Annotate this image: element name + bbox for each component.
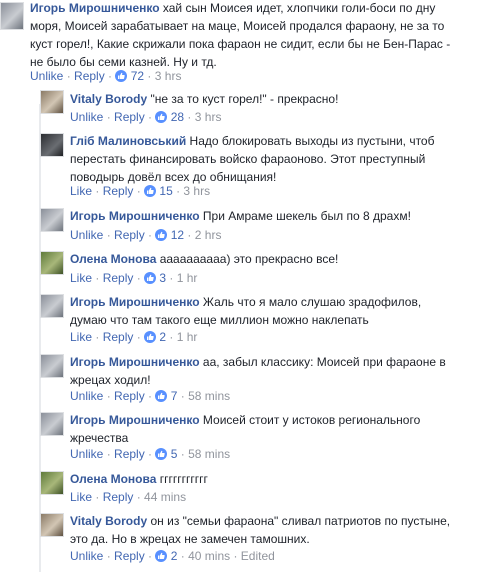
timestamp[interactable]: 44 mins [144,490,186,504]
like-link[interactable]: Like [70,330,92,344]
timestamp[interactable]: 58 mins [188,389,230,403]
comment-author[interactable]: Игорь Мирошниченко [70,209,200,223]
reply-link[interactable]: Reply [114,549,145,563]
unlike-link[interactable]: Unlike [70,228,103,242]
reply-link[interactable]: Reply [114,228,145,242]
unlike-link[interactable]: Unlike [70,549,103,563]
avatar[interactable] [40,251,64,275]
unlike-link[interactable]: Unlike [70,447,103,461]
like-icon[interactable] [144,272,157,284]
reply-link[interactable]: Reply [103,271,134,285]
comment-author[interactable]: Игорь Мирошниченко [70,413,200,427]
comment-author[interactable]: Гліб Малиновський [70,134,186,148]
like-icon[interactable] [144,331,157,343]
comment-actions: Like · Reply · 44 mins [70,490,187,504]
avatar[interactable] [40,471,64,495]
reply-text: Игорь Мирошниченко Моисей стоит у истоко… [70,413,421,445]
comment-actions: Unlike · Reply · 12 · 2 hrs [70,228,222,242]
timestamp[interactable]: 3 hrs [195,110,222,124]
reply-text: Олена Монова аааааааааа) это прекрасно в… [70,252,339,266]
like-link[interactable]: Like [70,184,92,198]
like-count[interactable]: 7 [171,389,178,403]
like-icon[interactable] [155,111,168,123]
like-icon[interactable] [155,229,168,241]
comment-author[interactable]: Vitaly Borody [70,514,147,528]
reply-text: Игорь Мирошниченко При Амраме шекель был… [70,209,411,223]
comment-actions: Unlike · Reply · 28 · 3 hrs [70,110,222,124]
timestamp[interactable]: 2 hrs [195,228,222,242]
reply-text: Игорь Мирошниченко аа, забыл классику: М… [70,355,446,387]
avatar[interactable] [40,294,64,318]
like-count[interactable]: 2 [159,330,166,344]
reply-link[interactable]: Reply [74,69,105,83]
timestamp[interactable]: 40 mins [188,549,230,563]
timestamp[interactable]: 58 mins [188,447,230,461]
timestamp[interactable]: 1 hr [177,271,198,285]
like-count[interactable]: 5 [171,447,178,461]
like-count[interactable]: 12 [171,228,184,242]
comment-actions: Like · Reply · 3 · 1 hr [70,271,198,285]
like-count[interactable]: 15 [159,184,172,198]
like-count[interactable]: 72 [131,69,144,83]
like-icon[interactable] [144,185,157,197]
comment-author[interactable]: Игорь Мирошниченко [70,295,200,309]
comment-author[interactable]: Игорь Мирошниченко [30,1,160,15]
like-link[interactable]: Like [70,271,92,285]
unlike-link[interactable]: Unlike [30,69,63,83]
comment-author[interactable]: Игорь Мирошниченко [70,355,200,369]
reply-link[interactable]: Reply [103,490,134,504]
main-comment-text: Игорь Мирошниченко хай сын Моисея идет, … [30,1,451,69]
comment-actions: Unlike · Reply · 7 · 58 mins [70,389,231,403]
like-count[interactable]: 2 [171,549,178,563]
like-icon[interactable] [155,550,168,562]
avatar[interactable] [40,412,64,436]
comment-author[interactable]: Олена Монова [70,472,156,486]
reply-text: Игорь Мирошниченко Жаль что я мало слуша… [70,295,422,327]
like-icon[interactable] [115,70,128,82]
timestamp[interactable]: 3 hrs [155,69,182,83]
reply-link[interactable]: Reply [103,330,134,344]
comment-author[interactable]: Vitaly Borody [70,92,147,106]
avatar[interactable] [40,208,64,232]
reply-link[interactable]: Reply [114,447,145,461]
reply-text: Олена Монова ггггггггггг [70,472,208,486]
like-icon[interactable] [155,448,168,460]
reply-link[interactable]: Reply [114,389,145,403]
unlike-link[interactable]: Unlike [70,110,103,124]
avatar[interactable] [40,513,64,537]
avatar[interactable] [40,354,64,378]
like-icon[interactable] [155,390,168,402]
avatar[interactable] [40,133,64,157]
comment-actions: Like · Reply · 15 · 3 hrs [70,184,211,198]
reply-text: Vitaly Borody "не за то куст горел!" - п… [70,92,339,106]
avatar[interactable] [0,2,24,30]
avatar[interactable] [40,90,64,114]
like-count[interactable]: 3 [159,271,166,285]
edited-label[interactable]: Edited [241,549,275,563]
comment-actions: Unlike · Reply · 72 · 3 hrs [30,69,182,83]
comment-actions: Like · Reply · 2 · 1 hr [70,330,198,344]
reply-link[interactable]: Reply [103,184,134,198]
reply-link[interactable]: Reply [114,110,145,124]
unlike-link[interactable]: Unlike [70,389,103,403]
reply-text: Гліб Малиновський Надо блокировать выход… [70,134,435,184]
thread-line [39,104,41,572]
timestamp[interactable]: 3 hrs [183,184,210,198]
reply-text: Vitaly Borody он из "семьи фараона" слив… [70,514,451,546]
like-count[interactable]: 28 [171,110,184,124]
comment-actions: Unlike · Reply · 2 · 40 mins · Edited [70,549,275,563]
comment-actions: Unlike · Reply · 5 · 58 mins [70,447,231,461]
like-link[interactable]: Like [70,490,92,504]
timestamp[interactable]: 1 hr [177,330,198,344]
comment-author[interactable]: Олена Монова [70,252,156,266]
